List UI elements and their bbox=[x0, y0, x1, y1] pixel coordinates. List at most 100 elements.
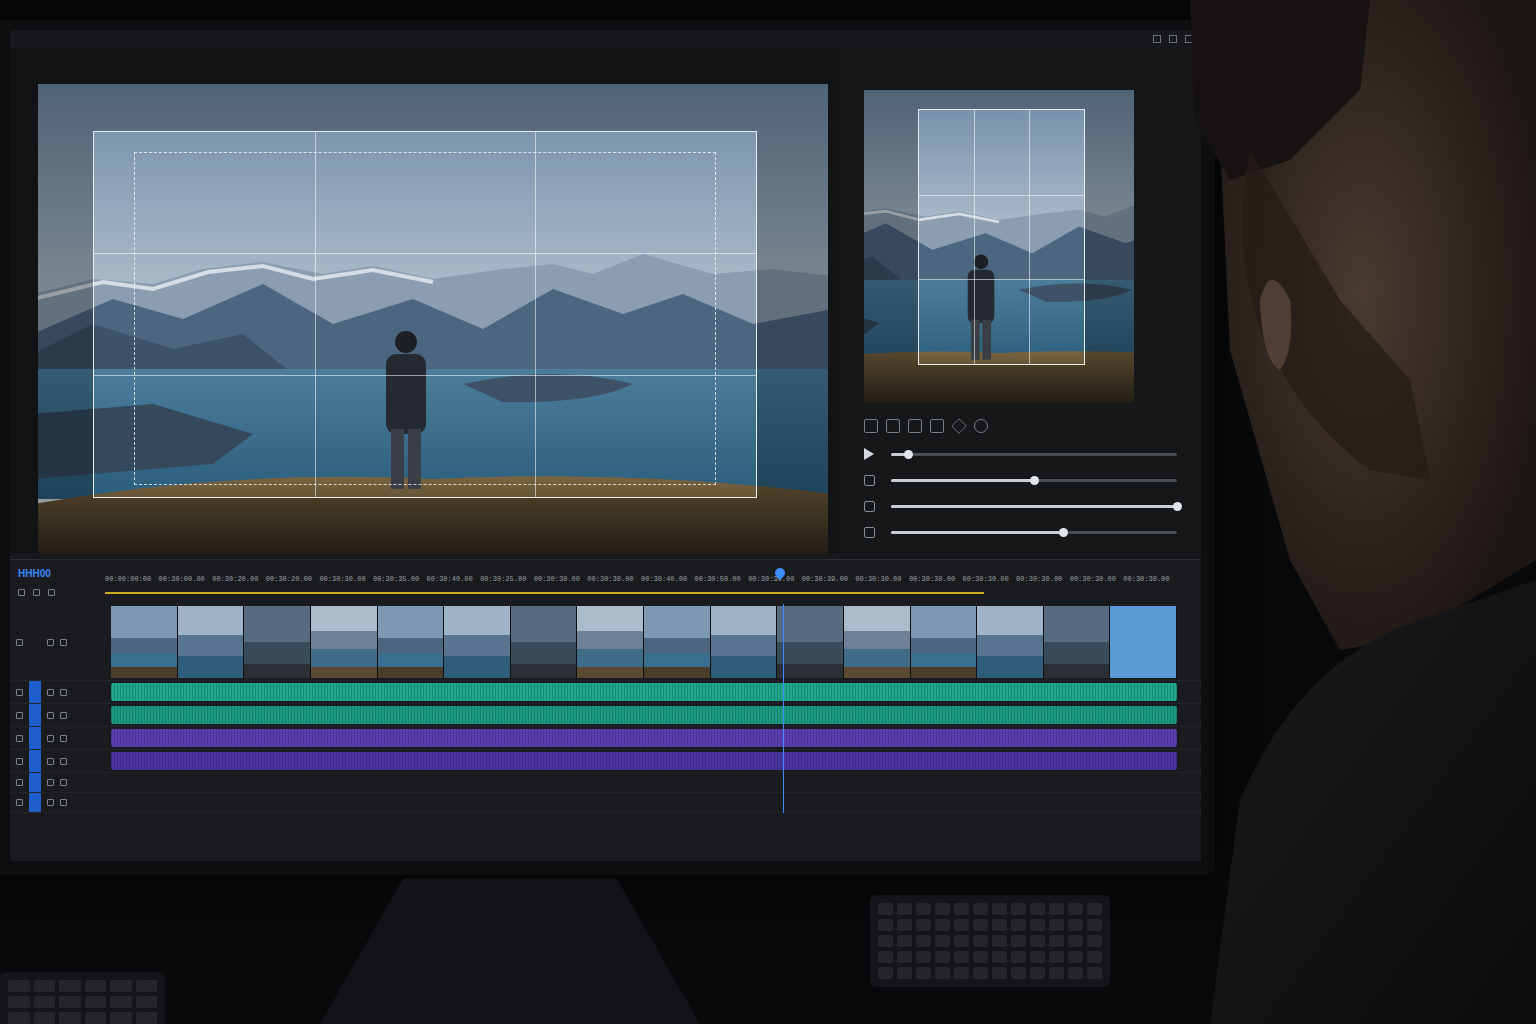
audio-clip[interactable] bbox=[111, 706, 1177, 724]
key[interactable] bbox=[59, 1012, 81, 1024]
audio-clip[interactable] bbox=[111, 752, 1177, 770]
mute-icon[interactable] bbox=[60, 779, 67, 786]
key[interactable] bbox=[992, 935, 1007, 947]
track-target[interactable] bbox=[29, 773, 41, 792]
eye-icon[interactable] bbox=[47, 639, 54, 646]
key[interactable] bbox=[916, 935, 931, 947]
mute-icon[interactable] bbox=[60, 712, 67, 719]
resize-icon[interactable] bbox=[864, 419, 878, 433]
key[interactable] bbox=[916, 919, 931, 931]
eye-icon[interactable] bbox=[47, 735, 54, 742]
work-area-bar[interactable] bbox=[105, 592, 984, 594]
playhead-line[interactable] bbox=[783, 604, 784, 813]
key[interactable] bbox=[992, 951, 1007, 963]
key[interactable] bbox=[954, 951, 969, 963]
video-clip[interactable] bbox=[577, 606, 644, 678]
mute-icon[interactable] bbox=[60, 758, 67, 765]
eye-icon[interactable] bbox=[47, 799, 54, 806]
circle-icon[interactable] bbox=[974, 419, 988, 433]
key[interactable] bbox=[1030, 951, 1045, 963]
key[interactable] bbox=[1049, 967, 1064, 979]
video-clip[interactable] bbox=[511, 606, 578, 678]
snap-icon[interactable] bbox=[18, 589, 25, 596]
video-clip[interactable] bbox=[1110, 606, 1177, 678]
key[interactable] bbox=[1068, 967, 1083, 979]
key[interactable] bbox=[916, 903, 931, 915]
key[interactable] bbox=[897, 919, 912, 931]
lock-icon[interactable] bbox=[16, 689, 23, 696]
key[interactable] bbox=[85, 980, 107, 992]
mute-icon[interactable] bbox=[60, 799, 67, 806]
key[interactable] bbox=[897, 903, 912, 915]
lock-icon[interactable] bbox=[16, 712, 23, 719]
eye-icon[interactable] bbox=[47, 758, 54, 765]
key[interactable] bbox=[992, 967, 1007, 979]
video-clip[interactable] bbox=[311, 606, 378, 678]
key[interactable] bbox=[110, 996, 132, 1008]
key[interactable] bbox=[1049, 919, 1064, 931]
key[interactable] bbox=[59, 996, 81, 1008]
key[interactable] bbox=[1068, 919, 1083, 931]
slider-knob[interactable] bbox=[1059, 528, 1068, 537]
video-clip[interactable] bbox=[444, 606, 511, 678]
crop-preview[interactable] bbox=[864, 90, 1134, 403]
key[interactable] bbox=[935, 919, 950, 931]
key[interactable] bbox=[935, 967, 950, 979]
slider-knob[interactable] bbox=[1173, 502, 1182, 511]
program-frame[interactable] bbox=[38, 84, 828, 554]
diamond-icon[interactable] bbox=[951, 418, 967, 434]
frame-icon[interactable] bbox=[930, 419, 944, 433]
track-target[interactable] bbox=[29, 704, 41, 726]
video-clip[interactable] bbox=[844, 606, 911, 678]
slider-knob[interactable] bbox=[1030, 476, 1039, 485]
track-target[interactable] bbox=[29, 604, 41, 680]
key[interactable] bbox=[110, 1012, 132, 1024]
key[interactable] bbox=[897, 967, 912, 979]
key[interactable] bbox=[1030, 903, 1045, 915]
slider-track[interactable] bbox=[891, 531, 1177, 534]
key[interactable] bbox=[992, 919, 1007, 931]
key[interactable] bbox=[1011, 951, 1026, 963]
key[interactable] bbox=[954, 919, 969, 931]
key[interactable] bbox=[1087, 951, 1102, 963]
video-clip[interactable] bbox=[911, 606, 978, 678]
mute-icon[interactable] bbox=[60, 639, 67, 646]
key[interactable] bbox=[1011, 903, 1026, 915]
key[interactable] bbox=[136, 996, 158, 1008]
key[interactable] bbox=[1068, 935, 1083, 947]
video-clip[interactable] bbox=[378, 606, 445, 678]
crop-icon[interactable] bbox=[886, 419, 900, 433]
key[interactable] bbox=[878, 919, 893, 931]
key[interactable] bbox=[973, 919, 988, 931]
track-target[interactable] bbox=[29, 727, 41, 749]
lock-icon[interactable] bbox=[16, 758, 23, 765]
marker-icon[interactable] bbox=[48, 589, 55, 596]
key[interactable] bbox=[8, 1012, 30, 1024]
key[interactable] bbox=[136, 1012, 158, 1024]
slider-knob[interactable] bbox=[904, 450, 913, 459]
key[interactable] bbox=[1068, 903, 1083, 915]
key[interactable] bbox=[935, 935, 950, 947]
key[interactable] bbox=[1087, 935, 1102, 947]
key[interactable] bbox=[992, 903, 1007, 915]
eye-icon[interactable] bbox=[47, 779, 54, 786]
track-target[interactable] bbox=[29, 750, 41, 772]
key[interactable] bbox=[8, 996, 30, 1008]
time-ruler[interactable]: 00:00:00:0000:30:00.0000:30:20.0000:30:2… bbox=[105, 560, 1177, 604]
key[interactable] bbox=[1068, 951, 1083, 963]
mute-icon[interactable] bbox=[60, 735, 67, 742]
slider-track[interactable] bbox=[891, 479, 1177, 482]
key[interactable] bbox=[59, 980, 81, 992]
video-clip[interactable] bbox=[244, 606, 311, 678]
video-clip[interactable] bbox=[977, 606, 1044, 678]
key[interactable] bbox=[1011, 967, 1026, 979]
key[interactable] bbox=[85, 996, 107, 1008]
video-clip[interactable] bbox=[178, 606, 245, 678]
key[interactable] bbox=[878, 951, 893, 963]
key[interactable] bbox=[973, 935, 988, 947]
key[interactable] bbox=[878, 967, 893, 979]
key[interactable] bbox=[973, 903, 988, 915]
key[interactable] bbox=[1049, 951, 1064, 963]
slider-track[interactable] bbox=[891, 505, 1177, 508]
key[interactable] bbox=[110, 980, 132, 992]
